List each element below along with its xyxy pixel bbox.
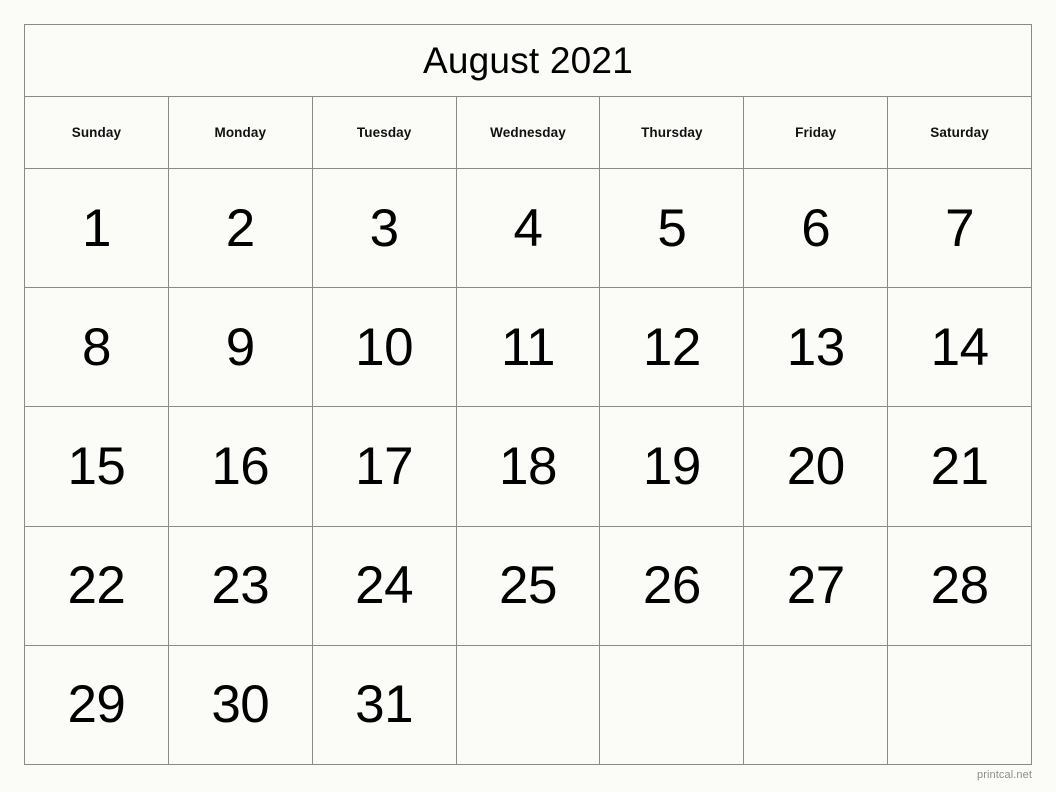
weekday-header-wednesday: Wednesday [457, 97, 601, 168]
day-number: 11 [500, 317, 556, 377]
day-number: 31 [355, 675, 414, 735]
day-number: 26 [642, 556, 701, 616]
day-number: 27 [786, 556, 845, 616]
weekday-header-label: Wednesday [490, 125, 566, 140]
day-number: 5 [657, 198, 687, 258]
day-number: 28 [930, 556, 989, 616]
day-cell[interactable]: 9 [169, 288, 313, 407]
calendar-page: August 2021 Sunday Monday Tuesday Wednes… [0, 0, 1056, 792]
day-cell[interactable]: 23 [169, 526, 313, 645]
day-cell[interactable]: 14 [888, 288, 1031, 406]
day-number: 3 [369, 198, 399, 258]
day-cell[interactable]: 5 [600, 169, 745, 288]
day-cell[interactable]: 30 [169, 645, 313, 765]
weekday-header-label: Friday [795, 125, 837, 140]
weekday-header-label: Tuesday [356, 125, 412, 140]
day-cell[interactable]: 4 [457, 169, 601, 288]
day-cell[interactable]: 27 [744, 526, 889, 645]
calendar-grid: August 2021 Sunday Monday Tuesday Wednes… [24, 24, 1032, 765]
day-number: 21 [930, 437, 989, 496]
day-number: 2 [225, 198, 255, 258]
weekday-header-tuesday: Tuesday [313, 97, 457, 168]
day-number: 8 [81, 317, 111, 377]
week-row: 22 23 24 25 26 27 28 [25, 526, 1031, 646]
day-number: 25 [499, 556, 557, 616]
day-cell[interactable]: 6 [744, 169, 889, 288]
day-cell[interactable]: 28 [888, 527, 1031, 645]
day-cell[interactable]: 19 [600, 407, 745, 526]
weekday-header-monday: Monday [169, 97, 313, 168]
day-number: 10 [355, 317, 414, 377]
weekday-header-saturday: Saturday [888, 97, 1031, 168]
day-cell[interactable]: 8 [25, 288, 169, 407]
day-number: 6 [801, 198, 831, 258]
day-number: 23 [211, 556, 270, 616]
day-cell[interactable]: 29 [25, 645, 169, 765]
weekday-header-row: Sunday Monday Tuesday Wednesday Thursday… [25, 97, 1031, 169]
day-number: 9 [225, 317, 255, 377]
day-cell-empty [888, 646, 1031, 764]
day-number: 20 [786, 437, 845, 496]
day-number: 15 [67, 437, 126, 496]
day-number: 17 [355, 437, 414, 496]
day-number: 30 [211, 675, 270, 735]
day-cell[interactable]: 16 [169, 407, 313, 526]
day-number: 18 [499, 437, 557, 496]
footer-attribution: printcal.net [976, 769, 1032, 781]
day-cell-empty [457, 645, 601, 765]
day-number: 14 [930, 317, 989, 377]
day-cell[interactable]: 22 [25, 526, 169, 645]
day-cell[interactable]: 20 [744, 407, 889, 526]
week-row: 15 16 17 18 19 20 21 [25, 407, 1031, 527]
day-cell-empty [744, 645, 889, 765]
day-cell[interactable]: 13 [744, 288, 889, 407]
day-number: 1 [81, 198, 111, 258]
day-number: 7 [945, 198, 975, 258]
day-cell[interactable]: 31 [313, 645, 457, 765]
calendar-weeks: 1 2 3 4 5 6 7 8 9 10 11 12 13 14 15 16 1… [25, 169, 1031, 765]
day-number: 24 [355, 556, 414, 616]
weekday-header-label: Saturday [930, 125, 989, 140]
weekday-header-label: Thursday [641, 125, 703, 140]
day-number: 29 [67, 675, 126, 735]
day-cell[interactable]: 12 [600, 288, 745, 407]
day-cell[interactable]: 25 [457, 526, 601, 645]
day-cell[interactable]: 15 [25, 407, 169, 526]
day-cell[interactable]: 2 [169, 169, 313, 288]
weekday-header-thursday: Thursday [600, 97, 745, 168]
day-number: 4 [513, 198, 543, 258]
day-cell-empty [600, 645, 745, 765]
day-cell[interactable]: 26 [600, 526, 745, 645]
weekday-header-friday: Friday [744, 97, 889, 168]
day-number: 19 [642, 437, 701, 496]
day-cell[interactable]: 24 [313, 526, 457, 645]
weekday-header-label: Monday [214, 125, 267, 140]
weekday-header-label: Sunday [71, 125, 122, 140]
day-number: 22 [67, 556, 126, 616]
day-cell[interactable]: 7 [888, 169, 1031, 287]
day-number: 16 [211, 437, 270, 496]
day-cell[interactable]: 10 [313, 288, 457, 407]
day-cell[interactable]: 1 [25, 169, 169, 288]
week-row: 1 2 3 4 5 6 7 [25, 169, 1031, 289]
day-number: 12 [642, 317, 701, 377]
calendar-title-row: August 2021 [25, 25, 1031, 97]
weekday-header-sunday: Sunday [25, 97, 169, 168]
day-cell[interactable]: 11 [457, 288, 601, 407]
page-title: August 2021 [423, 40, 633, 81]
week-row: 29 30 31 [25, 645, 1031, 765]
day-cell[interactable]: 18 [457, 407, 601, 526]
day-cell[interactable]: 3 [313, 169, 457, 288]
week-row: 8 9 10 11 12 13 14 [25, 288, 1031, 408]
day-cell[interactable]: 17 [313, 407, 457, 526]
day-number: 13 [786, 317, 845, 377]
day-cell[interactable]: 21 [888, 407, 1031, 525]
